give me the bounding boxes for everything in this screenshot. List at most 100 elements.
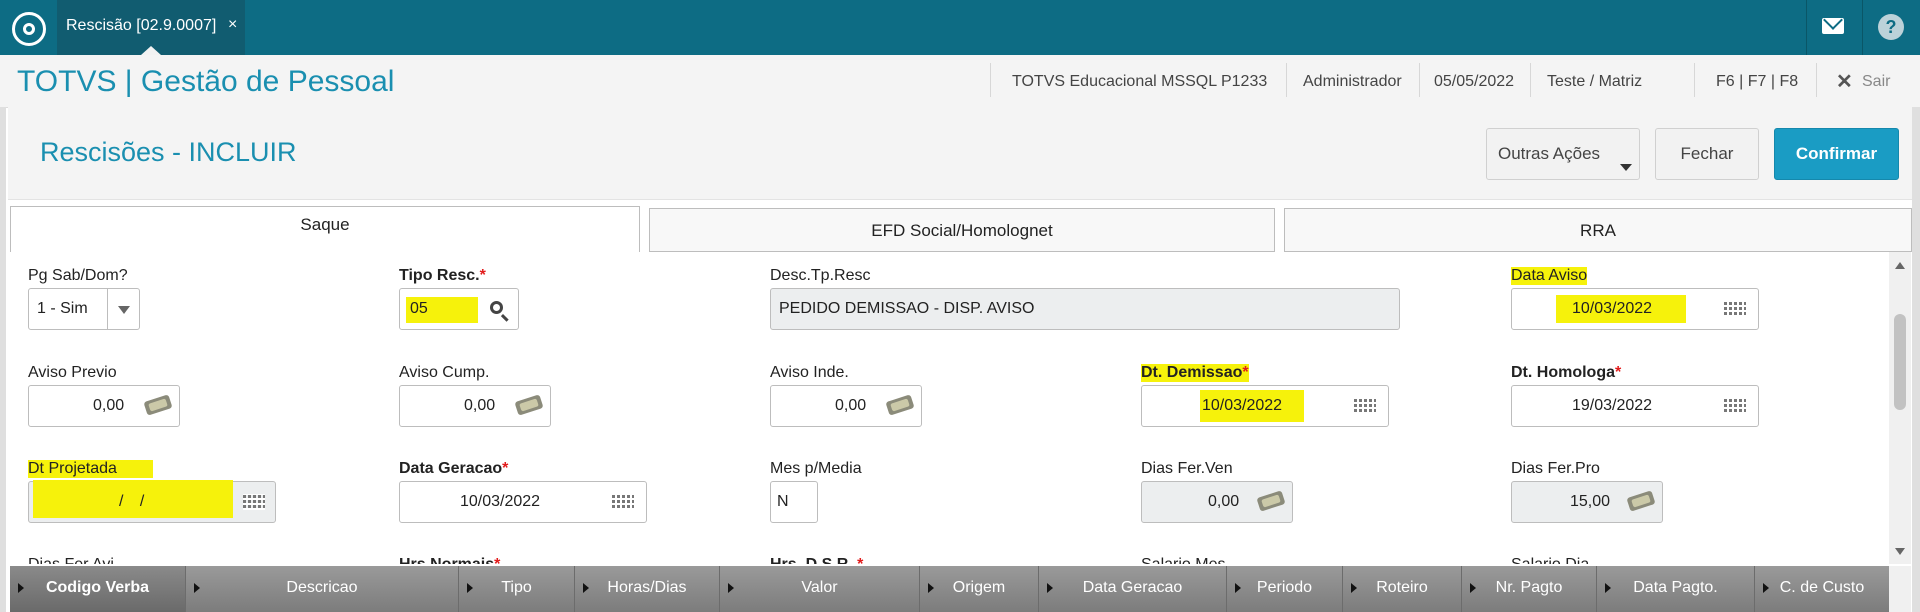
column-menu-icon[interactable] [728, 583, 734, 593]
top-bar: Rescisão [02.9.0007] × ? [0, 0, 1920, 55]
column-menu-icon[interactable] [1605, 583, 1611, 593]
column-menu-icon[interactable] [18, 583, 24, 593]
aviso-previo-input[interactable]: 0,00 [28, 385, 180, 427]
close-icon[interactable]: × [228, 16, 237, 34]
data-geracao-label-text: Data Geracao [399, 460, 503, 477]
tab-efd-social[interactable]: EFD Social/Homolognet [649, 208, 1275, 252]
hrs-dsr-label-text: Hrs. D.S.R. [770, 556, 853, 564]
close-button[interactable]: Fechar [1655, 128, 1759, 180]
dt-projetada-value: / / [119, 493, 151, 510]
aviso-previo-value: 0,00 [93, 397, 125, 414]
exit-button[interactable]: Sair [1862, 73, 1890, 91]
dt-projetada-label: Dt Projetada [28, 460, 153, 478]
grid-column-header[interactable]: Data Pagto. [1597, 566, 1755, 612]
grid-column-header[interactable]: Descricao [186, 566, 459, 612]
grid-column-header[interactable]: C. de Custo [1755, 566, 1890, 612]
user-label[interactable]: Administrador [1303, 73, 1402, 91]
tab-rra[interactable]: RRA [1284, 208, 1912, 252]
other-actions-button[interactable]: Outras Ações [1486, 128, 1640, 180]
grid-column-header[interactable]: Origem [920, 566, 1039, 612]
column-menu-icon[interactable] [1047, 583, 1053, 593]
column-menu-icon[interactable] [1470, 583, 1476, 593]
chevron-down-icon[interactable] [1620, 164, 1632, 171]
dt-homologa-value: 19/03/2022 [1572, 397, 1653, 414]
grid-column-header[interactable]: Horas/Dias [575, 566, 720, 612]
required-mark: * [494, 556, 500, 564]
required-mark: * [502, 460, 509, 477]
aviso-cump-value: 0,00 [464, 397, 496, 414]
grid-scrollbar[interactable] [1889, 566, 1911, 612]
grid-column-header[interactable]: Periodo [1227, 566, 1343, 612]
company-label[interactable]: TOTVS Educacional MSSQL P1233 [1012, 73, 1267, 91]
aviso-inde-input[interactable]: 0,00 [770, 385, 922, 427]
tipo-resc-value: 05 [410, 300, 428, 317]
dt-homologa-input[interactable]: 19/03/2022 [1511, 385, 1759, 427]
search-icon[interactable] [490, 301, 503, 314]
tipo-resc-input[interactable]: 05 [399, 288, 519, 330]
logo-icon[interactable] [12, 12, 46, 46]
mail-icon[interactable] [1822, 18, 1844, 34]
form-scrollbar[interactable] [1889, 252, 1911, 564]
grid-column-label: Descricao [286, 579, 358, 596]
column-menu-icon[interactable] [928, 583, 934, 593]
exit-icon[interactable]: ✕ [1836, 69, 1853, 94]
pg-sab-dom-label: Pg Sab/Dom? [28, 267, 128, 284]
column-menu-icon[interactable] [1763, 583, 1769, 593]
dt-projetada-input[interactable]: / / [28, 480, 276, 523]
confirm-button[interactable]: Confirmar [1774, 128, 1899, 180]
branch-label[interactable]: Teste / Matriz [1547, 73, 1642, 91]
column-menu-icon[interactable] [1351, 583, 1357, 593]
help-icon[interactable]: ? [1878, 14, 1904, 40]
grid-column-header[interactable]: Codigo Verba [10, 566, 186, 612]
column-menu-icon[interactable] [467, 583, 473, 593]
data-aviso-input[interactable]: 10/03/2022 [1511, 288, 1759, 330]
mes-media-input[interactable]: N [770, 481, 818, 523]
aviso-cump-input[interactable]: 0,00 [399, 385, 551, 427]
data-geracao-input[interactable]: 10/03/2022 [399, 481, 647, 523]
calendar-icon[interactable] [1724, 301, 1746, 317]
dias-fer-ven-input[interactable]: 0,00 [1141, 481, 1293, 523]
desc-tp-resc-field[interactable]: PEDIDO DEMISSAO - DISP. AVISO [770, 288, 1400, 330]
grid-column-header[interactable]: Roteiro [1343, 566, 1462, 612]
required-mark: * [479, 267, 486, 284]
money-icon[interactable] [885, 394, 915, 416]
money-icon[interactable] [143, 394, 173, 416]
grid-column-label: Origem [952, 579, 1006, 596]
divider [1286, 63, 1287, 97]
column-menu-icon[interactable] [583, 583, 589, 593]
column-menu-icon[interactable] [194, 583, 200, 593]
hrs-normais-label-text: Hrs.Normais [399, 556, 494, 564]
tab-saque[interactable]: Saque [10, 206, 640, 252]
column-menu-icon[interactable] [1235, 583, 1241, 593]
divider [1694, 63, 1695, 97]
grid-column-label: Codigo Verba [45, 579, 150, 596]
chevron-down-icon[interactable] [118, 306, 130, 314]
calendar-icon[interactable] [1724, 398, 1746, 414]
dias-fer-ven-label: Dias Fer.Ven [1141, 460, 1233, 477]
scroll-thumb[interactable] [1894, 314, 1906, 410]
grid-column-header[interactable]: Nr. Pagto [1462, 566, 1597, 612]
divider [990, 63, 991, 97]
divider [1806, 0, 1807, 55]
active-tab-pointer [141, 46, 161, 55]
dt-demissao-label-text: Dt. Demissao [1141, 364, 1243, 381]
grid-column-header[interactable]: Tipo [459, 566, 575, 612]
scroll-down-icon[interactable] [1895, 548, 1905, 555]
pg-sab-dom-select[interactable]: 1 - Sim [28, 288, 140, 330]
calendar-icon[interactable] [1354, 398, 1376, 414]
shortcut-keys[interactable]: F6 | F7 | F8 [1716, 73, 1798, 91]
calendar-icon[interactable] [243, 494, 265, 510]
divider [107, 289, 108, 329]
money-icon[interactable] [1626, 490, 1656, 512]
money-icon[interactable] [1256, 490, 1286, 512]
grid-column-header[interactable]: Valor [720, 566, 920, 612]
date-label[interactable]: 05/05/2022 [1434, 73, 1514, 91]
grid-column-header[interactable]: Data Geracao [1039, 566, 1227, 612]
scroll-up-icon[interactable] [1895, 262, 1905, 269]
money-icon[interactable] [514, 394, 544, 416]
window-tab-label[interactable]: Rescisão [02.9.0007] [66, 17, 216, 35]
calendar-icon[interactable] [612, 494, 634, 510]
required-mark: * [857, 556, 863, 564]
dias-fer-pro-input[interactable]: 15,00 [1511, 481, 1663, 523]
dt-demissao-input[interactable]: 10/03/2022 [1141, 385, 1389, 427]
